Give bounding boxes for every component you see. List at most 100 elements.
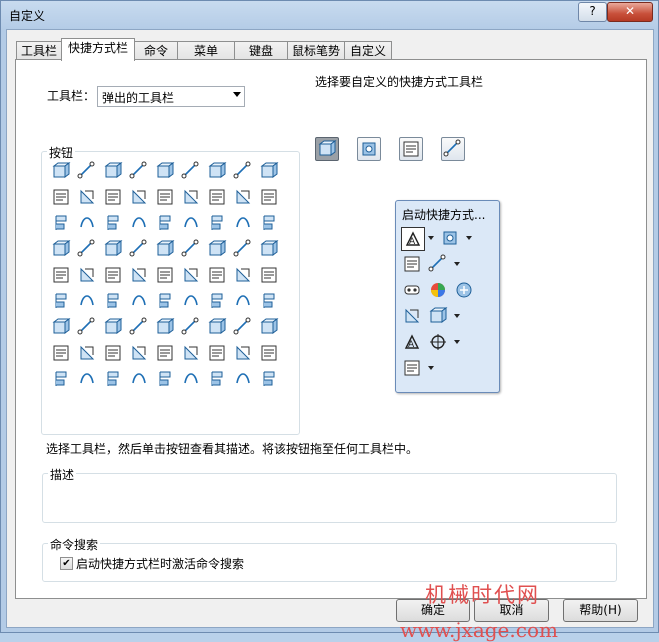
- toolbar-button-icon[interactable]: [128, 290, 150, 312]
- toolbar-button-icon[interactable]: [258, 368, 280, 390]
- toolbar-button-icon[interactable]: [128, 264, 150, 286]
- toolbar-button-icon[interactable]: [128, 212, 150, 234]
- toolbar-button-icon[interactable]: [154, 290, 176, 312]
- toolbar-button-icon[interactable]: [258, 290, 280, 312]
- help-button[interactable]: ?: [578, 2, 607, 22]
- toolbar-button-icon[interactable]: [258, 212, 280, 234]
- part-shortcut-icon[interactable]: [315, 137, 339, 161]
- toolbar-button-icon[interactable]: [76, 186, 98, 208]
- toolbar-button-icon[interactable]: [232, 238, 254, 260]
- toolbar-button-icon[interactable]: [206, 238, 228, 260]
- toolbar-button-icon[interactable]: [50, 368, 72, 390]
- toolbar-button-icon[interactable]: [76, 238, 98, 260]
- toolbar-button-icon[interactable]: [180, 290, 202, 312]
- toolbar-button-icon[interactable]: [206, 368, 228, 390]
- assembly-shortcut-icon[interactable]: [357, 137, 381, 161]
- toolbar-button-icon[interactable]: [206, 264, 228, 286]
- shell-icon[interactable]: A: [401, 331, 423, 353]
- toolbar-button-icon[interactable]: [76, 264, 98, 286]
- toolbar-button-icon[interactable]: [50, 212, 72, 234]
- toolbar-button-icon[interactable]: [232, 342, 254, 364]
- toolbar-button-icon[interactable]: [180, 186, 202, 208]
- toolbar-button-icon[interactable]: [232, 290, 254, 312]
- toolbar-button-icon[interactable]: [206, 290, 228, 312]
- toolbar-button-icon[interactable]: [76, 316, 98, 338]
- toolbar-button-icon[interactable]: [154, 186, 176, 208]
- toolbar-button-icon[interactable]: [128, 238, 150, 260]
- toolbar-button-icon[interactable]: [180, 238, 202, 260]
- toolbar-button-icon[interactable]: [206, 316, 228, 338]
- toolbar-button-icon[interactable]: [154, 238, 176, 260]
- chevron-down-icon[interactable]: [453, 331, 461, 353]
- sweep-icon[interactable]: [427, 279, 449, 301]
- toolbar-button-icon[interactable]: [102, 212, 124, 234]
- toolbar-button-icon[interactable]: [76, 368, 98, 390]
- toolbar-button-icon[interactable]: [128, 368, 150, 390]
- drawing-shortcut-icon[interactable]: [399, 137, 423, 161]
- toolbar-button-icon[interactable]: [232, 316, 254, 338]
- toolbar-button-icon[interactable]: [102, 342, 124, 364]
- extrude-cut-icon[interactable]: [427, 253, 449, 275]
- toolbar-button-icon[interactable]: [258, 160, 280, 182]
- toolbar-button-icon[interactable]: [50, 316, 72, 338]
- toolbar-button-icon[interactable]: [232, 186, 254, 208]
- toolbar-button-icon[interactable]: [206, 186, 228, 208]
- toolbar-button-icon[interactable]: [102, 238, 124, 260]
- toolbar-button-icon[interactable]: [180, 264, 202, 286]
- tab-commands[interactable]: 命令: [134, 41, 178, 60]
- toolbar-button-icon[interactable]: [180, 212, 202, 234]
- toolbar-button-icon[interactable]: [154, 342, 176, 364]
- chevron-down-icon[interactable]: [453, 305, 461, 327]
- tab-menus[interactable]: 菜单: [177, 41, 235, 60]
- toolbar-button-icon[interactable]: [206, 212, 228, 234]
- toolbar-button-icon[interactable]: [206, 160, 228, 182]
- toolbar-button-icon[interactable]: [76, 212, 98, 234]
- toolbar-button-icon[interactable]: [102, 186, 124, 208]
- select-arrow-icon[interactable]: A: [401, 227, 425, 251]
- toolbar-button-icon[interactable]: [154, 160, 176, 182]
- toolbar-button-icon[interactable]: [232, 212, 254, 234]
- toolbar-button-icon[interactable]: [128, 342, 150, 364]
- convert-edges-icon[interactable]: [439, 227, 461, 249]
- toolbar-button-icon[interactable]: [258, 264, 280, 286]
- toolbar-button-icon[interactable]: [102, 316, 124, 338]
- toolbar-button-icon[interactable]: [206, 342, 228, 364]
- toolbar-button-icon[interactable]: [50, 264, 72, 286]
- tab-shortcut-bars[interactable]: 快捷方式栏: [61, 38, 135, 61]
- toolbar-button-icon[interactable]: [102, 160, 124, 182]
- close-button[interactable]: ✕: [607, 2, 653, 22]
- toolbar-button-icon[interactable]: [258, 342, 280, 364]
- revolve-icon[interactable]: [401, 279, 423, 301]
- toolbar-button-icon[interactable]: [180, 342, 202, 364]
- toolbar-button-icon[interactable]: [50, 342, 72, 364]
- toolbar-button-icon[interactable]: [76, 342, 98, 364]
- sketch-shortcut-icon[interactable]: [441, 137, 465, 161]
- help-dialog-button[interactable]: 帮助(H): [563, 599, 638, 622]
- toolbar-button-icon[interactable]: [102, 290, 124, 312]
- toolbar-select[interactable]: 弹出的工具栏: [97, 86, 245, 107]
- chevron-down-icon[interactable]: [427, 357, 435, 379]
- chevron-down-icon[interactable]: [465, 227, 473, 249]
- toolbar-button-icon[interactable]: [154, 368, 176, 390]
- reference-plane-icon[interactable]: [401, 357, 423, 379]
- toolbar-button-icon[interactable]: [76, 160, 98, 182]
- toolbar-button-icon[interactable]: [180, 160, 202, 182]
- toolbar-button-icon[interactable]: [76, 290, 98, 312]
- spline-icon[interactable]: [427, 331, 449, 353]
- toolbar-button-icon[interactable]: [50, 290, 72, 312]
- toolbar-button-icon[interactable]: [50, 186, 72, 208]
- toolbar-button-icon[interactable]: [180, 368, 202, 390]
- toolbar-button-icon[interactable]: [128, 160, 150, 182]
- chevron-down-icon[interactable]: [427, 227, 435, 249]
- chamfer-icon[interactable]: [427, 305, 449, 327]
- tab-keyboard[interactable]: 键盘: [234, 41, 288, 60]
- toolbar-button-icon[interactable]: [232, 368, 254, 390]
- toolbar-button-icon[interactable]: [128, 186, 150, 208]
- toolbar-button-icon[interactable]: [154, 212, 176, 234]
- loft-icon[interactable]: [453, 279, 475, 301]
- toolbar-button-icon[interactable]: [258, 238, 280, 260]
- tab-mouse-gestures[interactable]: 鼠标笔势: [287, 41, 345, 60]
- toolbar-button-icon[interactable]: [154, 316, 176, 338]
- tab-toolbars[interactable]: 工具栏: [16, 41, 62, 60]
- activate-search-checkbox[interactable]: ✔: [60, 557, 73, 570]
